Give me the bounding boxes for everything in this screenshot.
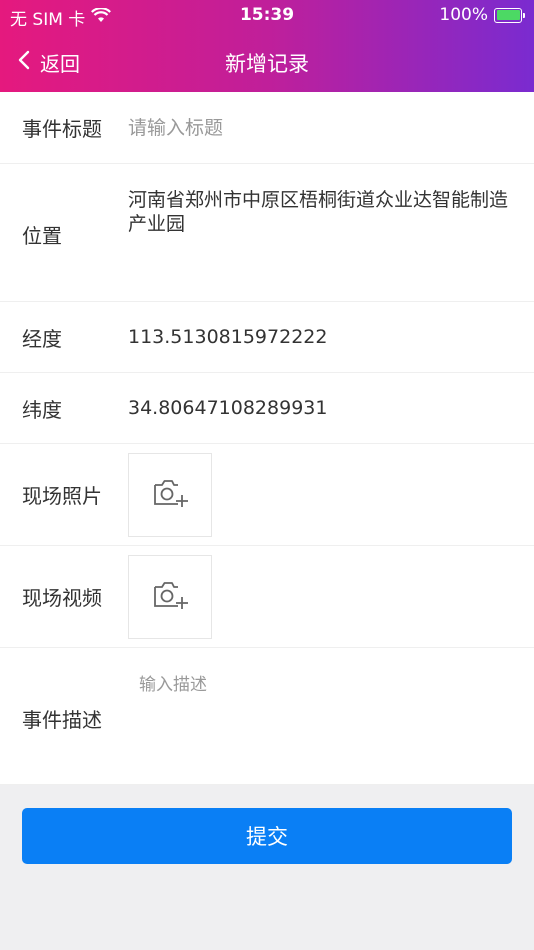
battery-percent: 100% xyxy=(439,5,488,25)
camera-add-icon xyxy=(152,580,188,614)
location-label: 位置 xyxy=(22,224,62,248)
longitude-value: 113.5130815972222 xyxy=(128,326,328,348)
title-input[interactable] xyxy=(128,116,508,139)
latitude-label: 纬度 xyxy=(22,397,62,422)
photo-label: 现场照片 xyxy=(22,484,102,508)
status-right: 100% xyxy=(439,5,525,25)
header-bar: 无 SIM 卡 15:39 100% 返回 新增记录 xyxy=(0,0,534,92)
longitude-label: 经度 xyxy=(22,326,62,351)
description-label: 事件描述 xyxy=(22,708,102,732)
description-input[interactable] xyxy=(139,670,499,770)
form-row-photo: 现场照片 xyxy=(0,444,534,546)
form-row-video: 现场视频 xyxy=(0,546,534,648)
form-row-latitude: 纬度 34.80647108289931 xyxy=(0,373,534,444)
page-title: 新增记录 xyxy=(225,52,309,76)
form-row-longitude: 经度 113.5130815972222 xyxy=(0,302,534,373)
status-bar: 无 SIM 卡 15:39 100% xyxy=(0,0,534,32)
submit-button[interactable]: 提交 xyxy=(22,808,512,864)
nav-bar: 返回 新增记录 xyxy=(0,36,534,86)
location-value: 河南省郑州市中原区梧桐街道众业达智能制造产业园 xyxy=(128,189,509,235)
video-label: 现场视频 xyxy=(22,586,102,610)
record-form: 事件标题 位置 河南省郑州市中原区梧桐街道众业达智能制造产业园 经度 113.5… xyxy=(0,92,534,785)
latitude-value: 34.80647108289931 xyxy=(128,397,328,419)
form-row-description: 事件描述 xyxy=(0,648,534,785)
camera-add-icon xyxy=(152,478,188,512)
title-label: 事件标题 xyxy=(22,117,102,141)
form-row-location: 位置 河南省郑州市中原区梧桐街道众业达智能制造产业园 xyxy=(0,164,534,302)
form-row-title: 事件标题 xyxy=(0,92,534,164)
photo-upload-button[interactable] xyxy=(128,452,212,537)
battery-icon xyxy=(494,7,525,23)
video-upload-button[interactable] xyxy=(128,554,212,639)
